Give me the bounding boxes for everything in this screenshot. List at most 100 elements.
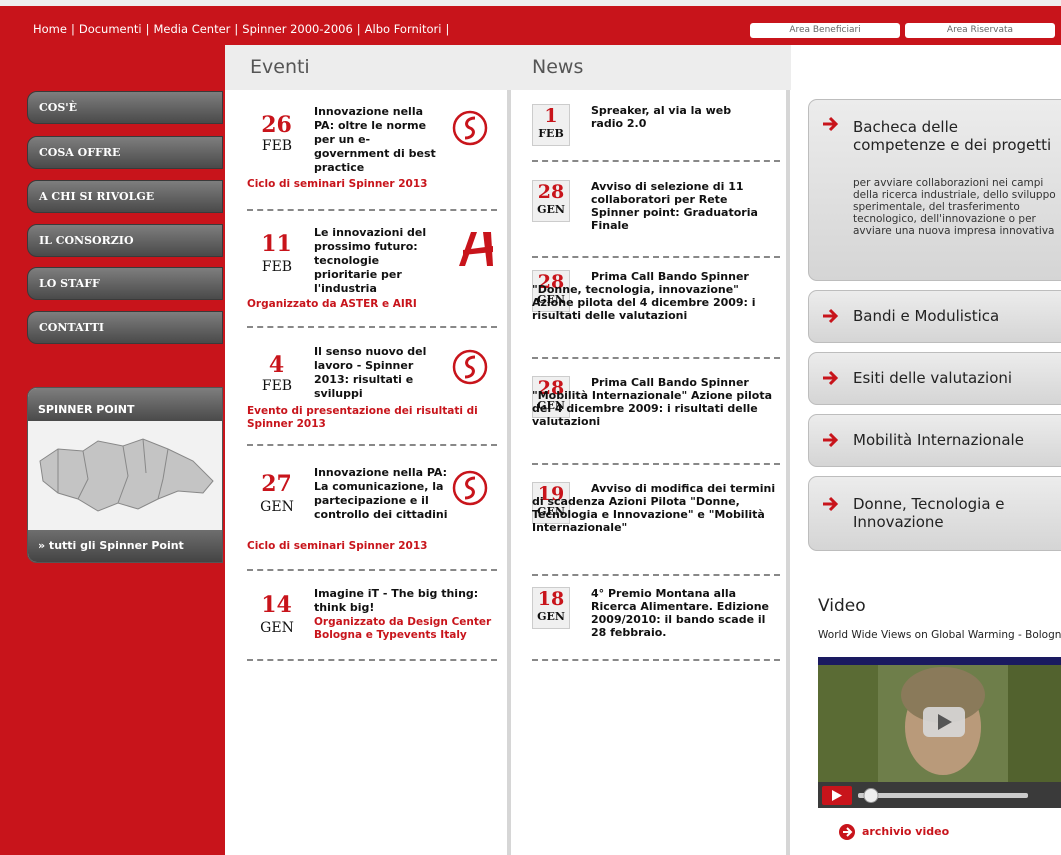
spinner-logo-icon (452, 349, 488, 385)
mobilita-label: Mobilità Internazionale (853, 431, 1024, 449)
top-shade (0, 0, 1061, 6)
news-item[interactable]: 19 GEN Avviso di modifica dei termini di … (532, 482, 780, 576)
nav-sep: | (70, 22, 75, 36)
arrow-right-icon (823, 308, 839, 324)
news-title[interactable]: Avviso di selezione di 11 collaboratori … (591, 180, 776, 232)
event-subtitle: Organizzato da Design Center Bologna e T… (314, 616, 492, 641)
arrow-right-icon (823, 432, 839, 448)
event-subtitle: Ciclo di seminari Spinner 2013 (247, 178, 428, 190)
event-title[interactable]: Imagine iT - The big thing: think big! (314, 587, 499, 615)
top-bar: Home | Documenti | Media Center | Spinner 2000… (0, 0, 1061, 45)
donne-label: Donne, Tecnologia e Innovazione (853, 495, 1005, 531)
events-heading: Eventi (225, 45, 507, 90)
map-icon (39, 438, 214, 512)
nav-home[interactable]: Home (33, 22, 67, 36)
event-item[interactable]: 11 FEB Le innovazioni del prossimo futur… (247, 226, 497, 328)
news-item[interactable]: 28 GEN Avviso di selezione di 11 collabor… (532, 180, 780, 258)
aster-logo-icon (459, 232, 493, 266)
archivio-video-link[interactable]: archivio video (838, 823, 949, 841)
news-item[interactable]: 28 GEN Prima Call Bando Spinner "Mobilità… (532, 376, 780, 465)
nav-sep: | (145, 22, 150, 36)
sidebar-item-cos-e[interactable]: COS'È (27, 91, 223, 124)
event-month: FEB (261, 259, 293, 275)
event-day: 14 (261, 592, 292, 618)
news-date: 1 FEB (532, 104, 570, 146)
arrow-circle-icon (839, 824, 855, 840)
news-date: 28 GEN (532, 180, 570, 222)
area-beneficiari-button[interactable]: Area Beneficiari (750, 23, 900, 38)
event-title[interactable]: Innovazione nella PA: oltre le norme per… (314, 105, 444, 175)
bandi-label: Bandi e Modulistica (853, 307, 1000, 325)
news-day: 1 (544, 105, 558, 127)
event-subtitle: Evento di presentazione dei risultati di… (247, 405, 478, 430)
esiti-valutazioni-button[interactable]: Esiti delle valutazioni (808, 352, 1061, 405)
region-map-image[interactable] (28, 421, 222, 531)
news-day: 28 (537, 181, 565, 203)
arrow-right-icon (823, 496, 839, 512)
event-subtitle: Ciclo di seminari Spinner 2013 (247, 540, 428, 552)
news-heading: News (507, 45, 791, 90)
event-item[interactable]: 26 FEB Innovazione nella PA: oltre le no… (247, 105, 497, 211)
video-player[interactable] (818, 657, 1061, 808)
sidebar-item-lo-staff[interactable]: LO STAFF (27, 267, 223, 300)
news-item[interactable]: 18 GEN 4° Premio Montana alla Ricerca Ali… (532, 587, 780, 661)
spinner-logo-icon (452, 110, 488, 146)
event-subtitle: Organizzato da ASTER e AIRI (247, 298, 417, 310)
bacheca-description: per avviare collaborazioni nei campi del… (853, 177, 1056, 237)
news-date: 18 GEN (532, 587, 570, 629)
news-item[interactable]: 1 FEB Spreaker, al via la web radio 2.0 (532, 104, 780, 162)
event-item[interactable]: 27 GEN Innovazione nella PA: La comunica… (247, 466, 497, 571)
event-item[interactable]: 4 FEB Il senso nuovo del lavoro - Spinne… (247, 345, 497, 446)
video-caption[interactable]: World Wide Views on Global Warming - Bol… (818, 629, 1061, 642)
nav-documenti[interactable]: Documenti (79, 22, 142, 36)
news-title[interactable]: Avviso di modifica dei termini di scaden… (532, 482, 777, 534)
nav-albo-fornitori[interactable]: Albo Fornitori (365, 22, 442, 36)
event-day: 4 (268, 352, 285, 378)
top-nav: Home | Documenti | Media Center | Spinner 2000… (33, 22, 453, 36)
event-day: 11 (261, 231, 292, 257)
news-month: GEN (537, 203, 565, 216)
news-title[interactable]: Spreaker, al via la web radio 2.0 (591, 104, 761, 130)
sidebar-item-cosa-offre[interactable]: COSA OFFRE (27, 136, 223, 169)
nav-sep: | (356, 22, 361, 36)
event-title[interactable]: Innovazione nella PA: La comunicazione, … (314, 466, 454, 522)
event-day: 26 (261, 112, 292, 138)
sidebar-item-a-chi-si-rivolge[interactable]: A CHI SI RIVOLGE (27, 180, 223, 213)
news-item[interactable]: 28 GEN Prima Call Bando Spinner "Donne, t… (532, 270, 780, 359)
nav-media-center[interactable]: Media Center (154, 22, 231, 36)
sidebar-item-contatti[interactable]: CONTATTI (27, 311, 223, 344)
all-spinner-points-link[interactable]: » tutti gli Spinner Point (28, 530, 222, 562)
event-month: GEN (260, 499, 294, 515)
nav-spinner-2000-2006[interactable]: Spinner 2000-2006 (242, 22, 353, 36)
event-month: FEB (261, 378, 293, 394)
bandi-modulistica-button[interactable]: Bandi e Modulistica (808, 290, 1061, 343)
news-title[interactable]: 4° Premio Montana alla Ricerca Alimentar… (591, 587, 781, 639)
area-riservata-button[interactable]: Area Riservata (905, 23, 1055, 38)
nav-sep: | (445, 22, 450, 36)
event-month: FEB (261, 138, 293, 154)
arrow-right-icon (823, 116, 839, 132)
spinner-logo-icon (452, 470, 488, 506)
event-item[interactable]: 14 GEN Imagine iT - The big thing: think… (247, 587, 497, 661)
donne-tecnologia-button[interactable]: Donne, Tecnologia e Innovazione (808, 476, 1061, 551)
event-title[interactable]: Il senso nuovo del lavoro - Spinner 2013… (314, 345, 444, 401)
spinner-point-title: SPINNER POINT (28, 388, 222, 421)
video-heading: Video (818, 596, 866, 616)
arrow-right-icon (823, 370, 839, 386)
mobilita-internazionale-button[interactable]: Mobilità Internazionale (808, 414, 1061, 467)
news-title[interactable]: Prima Call Bando Spinner "Donne, tecnolo… (532, 270, 777, 322)
event-month: GEN (260, 620, 294, 636)
spinner-point-box: SPINNER POINT » tutti gli Spinner Point (27, 387, 223, 563)
news-month: GEN (537, 610, 565, 623)
event-day: 27 (261, 471, 292, 497)
news-title[interactable]: Prima Call Bando Spinner "Mobilità Inter… (532, 376, 777, 428)
archivio-video-label: archivio video (862, 825, 950, 838)
esiti-label: Esiti delle valutazioni (853, 369, 1013, 387)
news-day: 18 (537, 588, 565, 610)
nav-sep: | (234, 22, 239, 36)
event-title[interactable]: Le innovazioni del prossimo futuro: tecn… (314, 226, 444, 296)
bacheca-button[interactable]: Bacheca delle competenze e dei progetti … (808, 99, 1061, 281)
sidebar-item-il-consorzio[interactable]: IL CONSORZIO (27, 224, 223, 257)
news-month: FEB (538, 127, 564, 140)
video-thumbnail (818, 657, 1061, 808)
